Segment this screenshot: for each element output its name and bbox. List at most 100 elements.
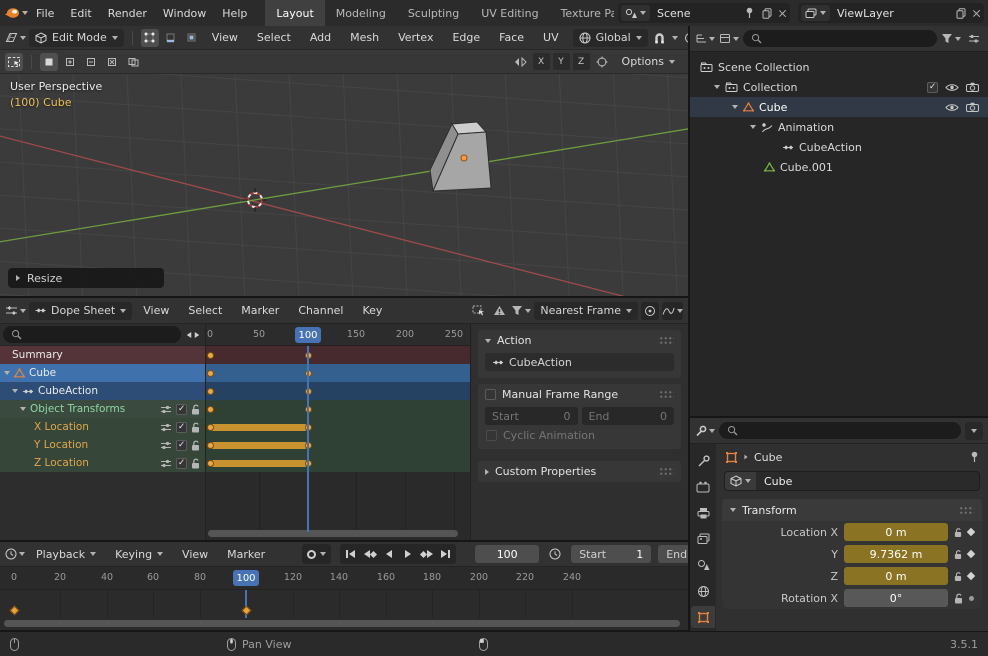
channel-y-location[interactable]: Y Location ✓: [0, 436, 205, 454]
select-invert-button[interactable]: [103, 53, 121, 71]
keyframe-dot[interactable]: [207, 460, 214, 467]
channel-object-transforms[interactable]: Object Transforms ✓: [0, 400, 205, 418]
menu-help[interactable]: Help: [214, 0, 255, 26]
custom-properties-header[interactable]: Custom Properties: [478, 461, 681, 482]
workspace-tab-modeling[interactable]: Modeling: [325, 0, 397, 26]
filter-funnel-button[interactable]: [511, 302, 531, 320]
keyframe-decorator-icon[interactable]: [969, 596, 974, 601]
tree-item-collection[interactable]: Collection ✓: [690, 77, 988, 97]
disclosure-icon[interactable]: [12, 389, 18, 393]
new-copy-icon[interactable]: [954, 4, 968, 22]
camera-icon[interactable]: [966, 102, 979, 112]
vertex-select-button[interactable]: [141, 29, 159, 47]
current-frame-field[interactable]: 100: [475, 545, 539, 563]
play-button[interactable]: [398, 545, 417, 564]
scene-browse-button[interactable]: [621, 5, 650, 21]
jump-to-start-button[interactable]: [341, 545, 360, 564]
menu-view[interactable]: View: [204, 26, 246, 49]
workspace-tab-texture-paint[interactable]: Texture Paint: [550, 0, 614, 26]
tab-output[interactable]: [691, 502, 715, 524]
tree-item-cubeaction[interactable]: CubeAction: [690, 137, 988, 157]
playhead-label[interactable]: 100: [295, 327, 321, 343]
panel-grip-icon[interactable]: [659, 390, 674, 399]
editor-type-button[interactable]: [5, 545, 25, 563]
expand-range-button[interactable]: [184, 326, 202, 344]
frame-range-panel-header[interactable]: Manual Frame Range: [478, 384, 681, 405]
menu-marker[interactable]: Marker: [219, 542, 273, 566]
show-errors-toggle[interactable]: [490, 302, 508, 320]
keyframe-region[interactable]: 0 50 100 150 200 250 100: [205, 324, 470, 540]
menu-view[interactable]: View: [174, 542, 216, 566]
keyframe-dot[interactable]: [207, 388, 214, 395]
blender-logo-menu[interactable]: [4, 4, 28, 22]
lock-icon[interactable]: [191, 404, 200, 415]
edge-select-button[interactable]: [162, 29, 180, 47]
snap-target-button[interactable]: [593, 53, 611, 71]
channel-cube[interactable]: Cube: [0, 364, 205, 382]
channel-search-input[interactable]: [3, 326, 181, 343]
preview-range-clock-button[interactable]: [546, 545, 564, 563]
chevron-down-icon[interactable]: [672, 36, 678, 40]
panel-grip-icon[interactable]: [659, 467, 674, 476]
eye-icon[interactable]: [945, 103, 959, 112]
timeline-ruler[interactable]: 0 20 40 60 80 100 120 140 160 180 200 22…: [0, 567, 688, 590]
camera-icon[interactable]: [966, 82, 979, 92]
keyrow-cubeaction[interactable]: [206, 382, 470, 400]
horizontal-scrollbar[interactable]: [208, 530, 458, 537]
timeline-track[interactable]: [0, 590, 688, 618]
workspace-tab-uv-editing[interactable]: UV Editing: [470, 0, 549, 26]
cyclic-animation-checkbox[interactable]: [486, 430, 497, 441]
editor-type-button[interactable]: [695, 422, 715, 440]
workspace-tab-layout[interactable]: Layout: [265, 0, 324, 26]
mirror-button[interactable]: [512, 53, 530, 71]
channel-enable-checkbox[interactable]: ✓: [176, 422, 187, 433]
axis-z-toggle[interactable]: Z: [573, 53, 590, 70]
tab-render[interactable]: [691, 476, 715, 498]
editor-type-button[interactable]: [5, 29, 26, 47]
menu-marker[interactable]: Marker: [233, 298, 287, 323]
transform-panel-header[interactable]: Transform: [722, 499, 982, 521]
keyframe-dot[interactable]: [207, 352, 214, 359]
menu-uv[interactable]: UV: [535, 26, 567, 49]
panel-grip-icon[interactable]: [659, 336, 674, 345]
menu-window[interactable]: Window: [155, 0, 214, 26]
location-z-field[interactable]: 0 m: [844, 567, 948, 585]
keyframe-decorator-icon[interactable]: [967, 572, 975, 580]
falloff-dropdown[interactable]: [662, 302, 683, 320]
keyframe-decorator-icon[interactable]: [967, 550, 975, 558]
playhead-line[interactable]: [307, 346, 309, 532]
rotation-x-field[interactable]: 0°: [844, 589, 948, 607]
exclude-checkbox[interactable]: ✓: [927, 82, 938, 93]
properties-search-input[interactable]: [719, 422, 961, 439]
options-dropdown[interactable]: Options: [614, 50, 683, 73]
keyrow-z-location[interactable]: [206, 454, 470, 472]
lock-icon[interactable]: [954, 549, 962, 560]
jump-to-end-button[interactable]: [436, 545, 455, 564]
viewport-canvas[interactable]: User Perspective (100) Cube Resize: [0, 74, 688, 296]
chevron-down-icon[interactable]: [320, 552, 326, 556]
menu-channel[interactable]: Channel: [290, 298, 351, 323]
tab-scene[interactable]: [691, 554, 715, 576]
menu-vertex[interactable]: Vertex: [390, 26, 441, 49]
action-datablock-field[interactable]: CubeAction: [485, 353, 674, 371]
channel-x-location[interactable]: X Location ✓: [0, 418, 205, 436]
orientation-dropdown[interactable]: Global: [573, 29, 648, 47]
face-select-button[interactable]: [183, 29, 201, 47]
close-icon[interactable]: [778, 9, 787, 18]
lock-icon[interactable]: [191, 458, 200, 469]
modifier-icon[interactable]: [160, 423, 172, 432]
tree-item-animation[interactable]: Animation: [690, 117, 988, 137]
scene-name[interactable]: Scene: [654, 7, 738, 20]
menu-select[interactable]: Select: [180, 298, 230, 323]
keyframe-rows[interactable]: [206, 346, 470, 540]
display-mode-button[interactable]: [719, 30, 739, 48]
keyframe-hold-bar[interactable]: [210, 442, 308, 449]
keyframe-dot[interactable]: [207, 406, 214, 413]
next-keyframe-button[interactable]: [417, 545, 436, 564]
new-copy-icon[interactable]: [760, 4, 774, 22]
menu-playback[interactable]: Playback: [28, 542, 104, 566]
panel-grip-icon[interactable]: [959, 506, 974, 515]
viewlayer-name[interactable]: ViewLayer: [834, 7, 950, 20]
axis-x-toggle[interactable]: X: [533, 53, 550, 70]
workspace-tab-sculpting[interactable]: Sculpting: [397, 0, 470, 26]
